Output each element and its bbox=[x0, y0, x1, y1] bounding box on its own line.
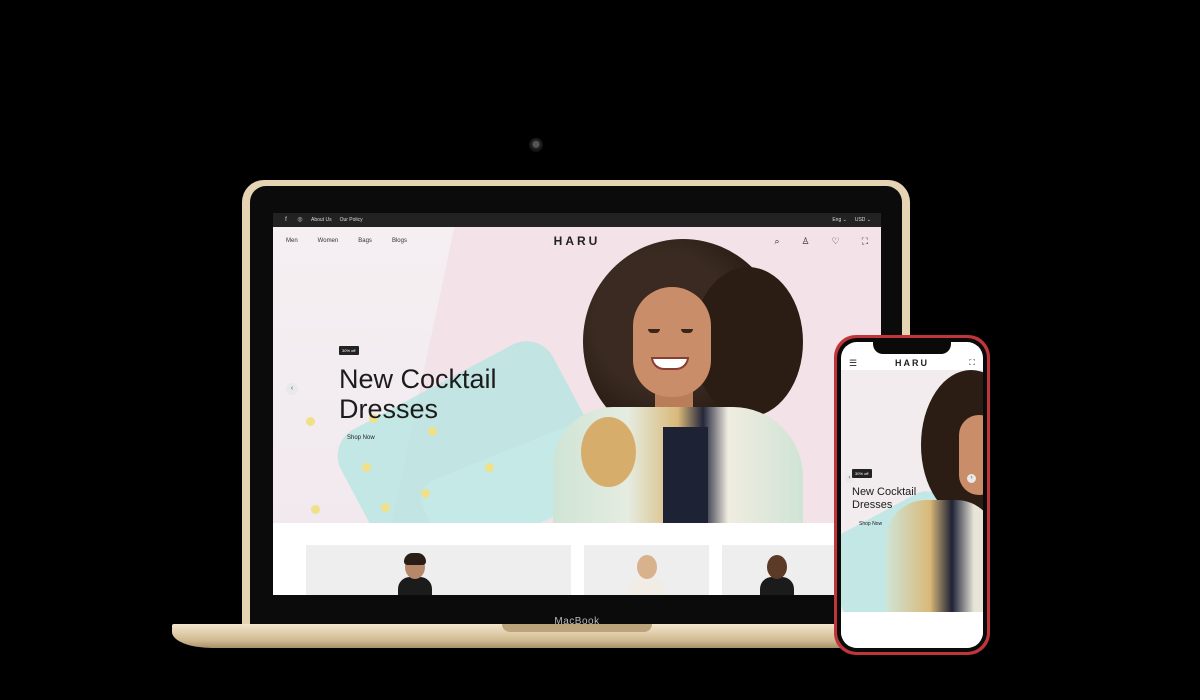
category-image bbox=[630, 555, 664, 595]
category-card[interactable] bbox=[722, 545, 842, 595]
hero-banner: 30% off New Cocktail Dresses Shop Now ‹ bbox=[273, 227, 881, 523]
category-card[interactable] bbox=[584, 545, 709, 595]
instagram-icon[interactable]: ◎ bbox=[297, 217, 303, 223]
phone-notch bbox=[873, 340, 951, 354]
nav-icons: ⌕ ♙ ♡ ⛶ bbox=[774, 236, 868, 247]
category-image bbox=[760, 555, 794, 595]
nav-links: Men Women Bags Blogs bbox=[286, 238, 407, 244]
bag-icon[interactable]: ⛶ bbox=[862, 236, 868, 247]
shop-now-link[interactable]: Shop Now bbox=[859, 521, 932, 527]
phone-content-below bbox=[841, 612, 983, 648]
main-nav: Men Women Bags Blogs HARU ⌕ ♙ ♡ ⛶ bbox=[273, 227, 881, 255]
topbar-right: Eng ⌄ USD ⌄ bbox=[832, 217, 871, 223]
chevron-right-icon: › bbox=[970, 475, 973, 481]
phone-screen: 30% off New Cocktail Dresses Shop Now ‹ … bbox=[841, 342, 983, 648]
confetti-dot bbox=[306, 417, 315, 426]
phone-hero-text: 30% off New Cocktail Dresses Shop Now bbox=[852, 462, 932, 527]
person-body bbox=[630, 577, 664, 595]
nav-link-bags[interactable]: Bags bbox=[358, 238, 372, 244]
brand-logo[interactable]: HARU bbox=[895, 358, 929, 368]
shop-now-link[interactable]: Shop Now bbox=[347, 435, 375, 441]
product-categories bbox=[273, 523, 881, 595]
person-head bbox=[637, 555, 657, 579]
macbook-label: MacBook bbox=[554, 616, 600, 627]
category-card[interactable] bbox=[306, 545, 571, 595]
chevron-down-icon: ⌄ bbox=[842, 217, 847, 223]
chevron-down-icon: ⌄ bbox=[866, 217, 871, 223]
laptop-screen: f ◎ About Us Our Policy Eng ⌄ USD ⌄ 30% … bbox=[273, 213, 881, 595]
confetti-dot bbox=[381, 503, 390, 512]
currency-select[interactable]: USD ⌄ bbox=[855, 217, 871, 223]
hero-title: New Cocktail Dresses bbox=[339, 364, 497, 424]
confetti-dot bbox=[311, 505, 320, 514]
nav-link-men[interactable]: Men bbox=[286, 238, 298, 244]
confetti-dot bbox=[421, 489, 430, 498]
face bbox=[633, 287, 711, 397]
confetti-dot bbox=[362, 463, 371, 472]
topbar-link-about[interactable]: About Us bbox=[311, 217, 332, 223]
language-select[interactable]: Eng ⌄ bbox=[832, 217, 847, 223]
discount-badge: 30% off bbox=[339, 346, 359, 355]
carousel-next-button[interactable]: › bbox=[967, 474, 976, 483]
person-body bbox=[398, 577, 432, 595]
hero-model-image bbox=[533, 227, 873, 523]
shirt-pattern bbox=[581, 417, 636, 487]
nav-link-blogs[interactable]: Blogs bbox=[392, 238, 407, 244]
nav-link-women[interactable]: Women bbox=[318, 238, 339, 244]
topbar-link-policy[interactable]: Our Policy bbox=[340, 217, 363, 223]
carousel-prev-button[interactable]: ‹ bbox=[286, 383, 298, 395]
discount-badge: 30% off bbox=[852, 469, 872, 478]
person-body bbox=[760, 577, 794, 595]
search-icon[interactable]: ⌕ bbox=[774, 236, 779, 247]
brand-logo[interactable]: HARU bbox=[554, 234, 601, 248]
category-image bbox=[398, 553, 432, 595]
person-hair bbox=[404, 553, 426, 565]
user-icon[interactable]: ♙ bbox=[802, 236, 810, 247]
phone-hero-banner: 30% off New Cocktail Dresses Shop Now ‹ … bbox=[841, 370, 983, 612]
topbar: f ◎ About Us Our Policy Eng ⌄ USD ⌄ bbox=[273, 213, 881, 227]
chevron-left-icon: ‹ bbox=[290, 385, 294, 392]
confetti-dot bbox=[485, 463, 494, 472]
device-mockup-stage: f ◎ About Us Our Policy Eng ⌄ USD ⌄ 30% … bbox=[0, 0, 1200, 700]
shirt-pattern bbox=[663, 427, 708, 523]
chevron-left-icon: ‹ bbox=[848, 475, 851, 481]
phone-header: ☰ HARU ⛶ bbox=[841, 354, 983, 372]
menu-icon[interactable]: ☰ bbox=[849, 358, 857, 369]
heart-icon[interactable]: ♡ bbox=[832, 236, 840, 247]
currency-value: USD bbox=[854, 217, 866, 223]
language-value: Eng bbox=[832, 217, 842, 223]
camera-icon bbox=[529, 138, 543, 152]
hero-text: 30% off New Cocktail Dresses Shop Now bbox=[339, 339, 539, 444]
face bbox=[959, 415, 983, 495]
topbar-left: f ◎ About Us Our Policy bbox=[283, 217, 363, 223]
hero-title: New Cocktail Dresses bbox=[852, 486, 917, 511]
facebook-icon[interactable]: f bbox=[283, 217, 289, 223]
person-head bbox=[767, 555, 787, 579]
bag-icon[interactable]: ⛶ bbox=[969, 358, 975, 368]
